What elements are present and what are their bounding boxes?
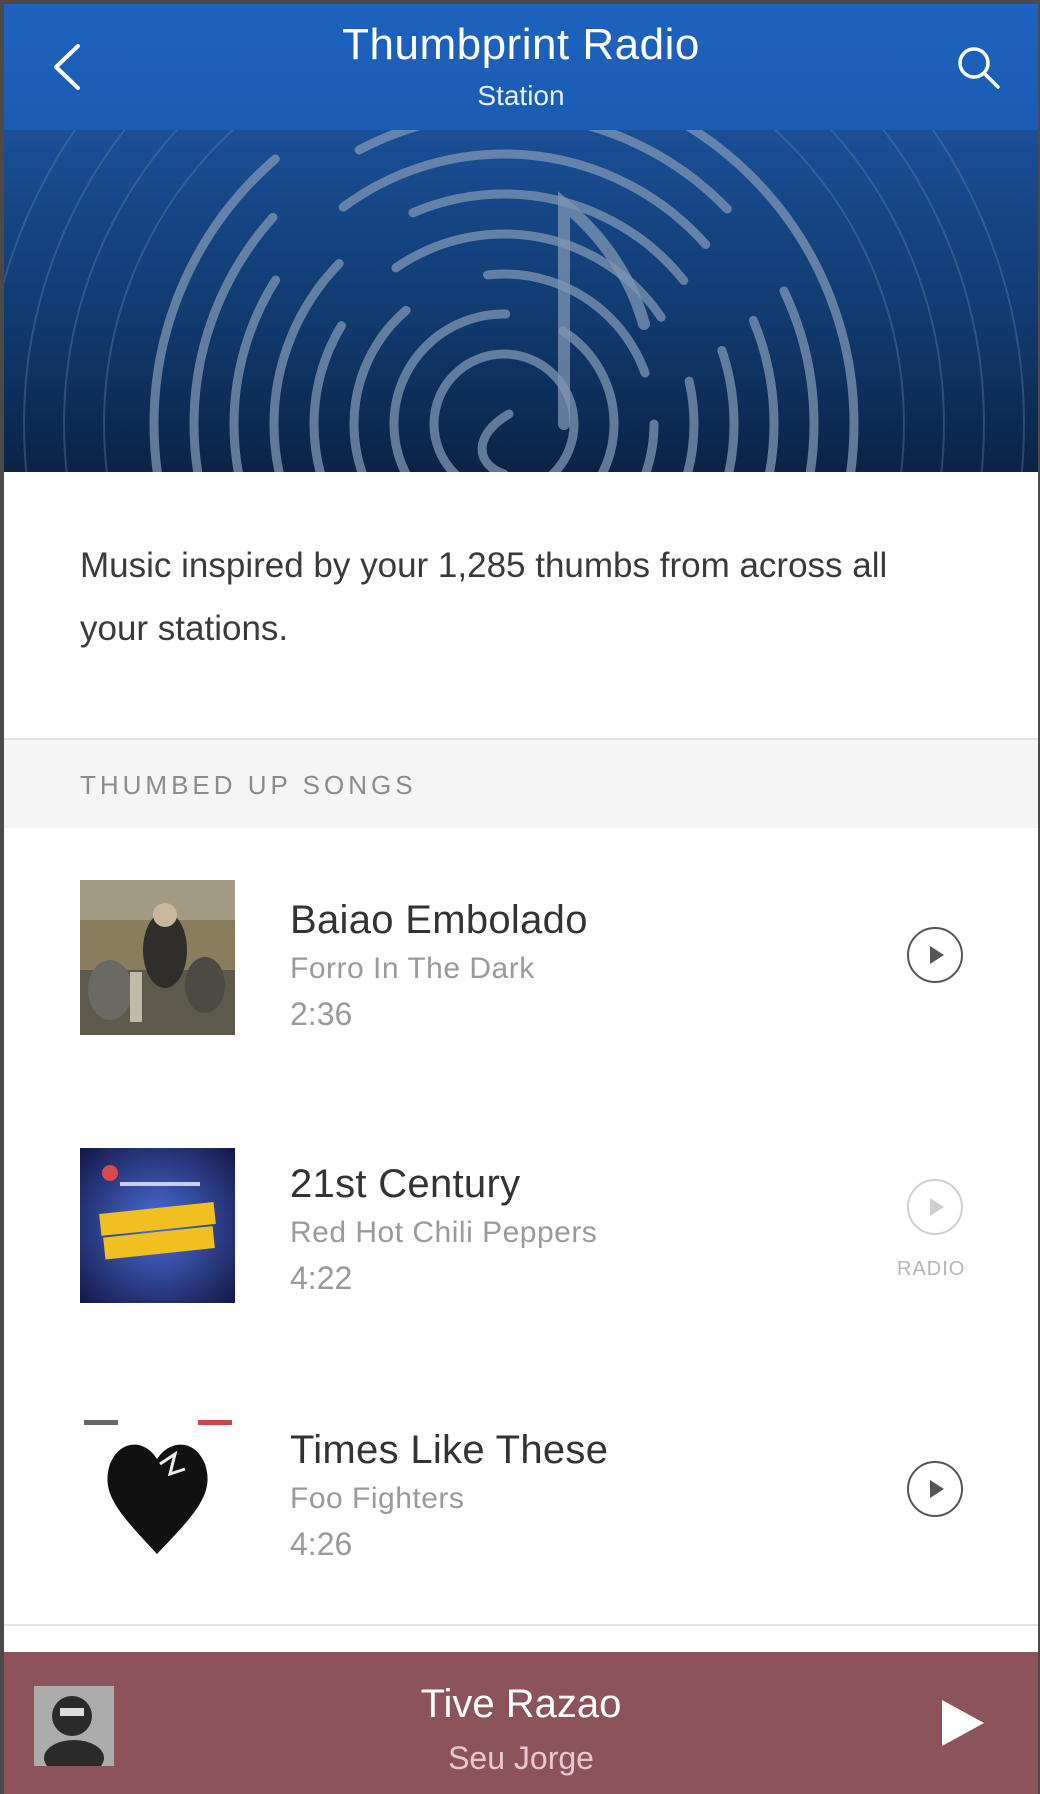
song-title: Baiao Embolado: [290, 898, 588, 942]
song-duration: 4:22: [290, 1260, 353, 1296]
song-duration: 4:26: [290, 1526, 353, 1562]
page-title: Thumbprint Radio: [342, 20, 700, 69]
search-icon: [958, 47, 1000, 89]
song-title: 21st Century: [290, 1162, 521, 1206]
play-icon[interactable]: [936, 1696, 990, 1750]
song-artist: Forro In The Dark: [290, 952, 535, 985]
now-playing-title: Tive Razao: [420, 1682, 622, 1726]
radio-play-icon[interactable]: [906, 1178, 964, 1236]
album-art: [80, 880, 235, 1035]
app-header: Thumbprint Radio Station: [4, 4, 1038, 130]
thumbprint-music-note-art: [4, 130, 1025, 472]
song-row[interactable]: Times Like These Foo Fighters 4:26: [4, 1378, 1038, 1598]
radio-label: RADIO: [897, 1258, 966, 1280]
album-art: [80, 1148, 235, 1303]
station-description: Music inspired by your 1,285 thumbs from…: [80, 546, 888, 648]
page-subtitle: Station: [477, 80, 565, 111]
song-duration: 2:36: [290, 996, 353, 1032]
song-title: Times Like These: [290, 1428, 609, 1472]
play-circle-icon[interactable]: [906, 1460, 964, 1518]
section-header: THUMBED UP SONGS: [4, 738, 1038, 828]
song-row[interactable]: 21st Century Red Hot Chili Peppers 4:22 …: [4, 1112, 1038, 1332]
station-hero-art: [4, 130, 1038, 472]
play-circle-icon[interactable]: [906, 926, 964, 984]
song-artist: Red Hot Chili Peppers: [290, 1216, 598, 1249]
song-row[interactable]: Baiao Embolado Forro In The Dark 2:36: [4, 846, 1038, 1066]
station-screen: Thumbprint Radio Station Music inspired …: [4, 4, 1038, 1794]
list-divider: [4, 1624, 1038, 1626]
album-art: [80, 1414, 235, 1569]
section-heading: THUMBED UP SONGS: [80, 770, 417, 800]
song-artist: Foo Fighters: [290, 1482, 465, 1515]
now-playing-bar[interactable]: Tive Razao Seu Jorge: [4, 1652, 1038, 1794]
search-button[interactable]: [948, 32, 1008, 102]
now-playing-artist: Seu Jorge: [448, 1740, 594, 1776]
